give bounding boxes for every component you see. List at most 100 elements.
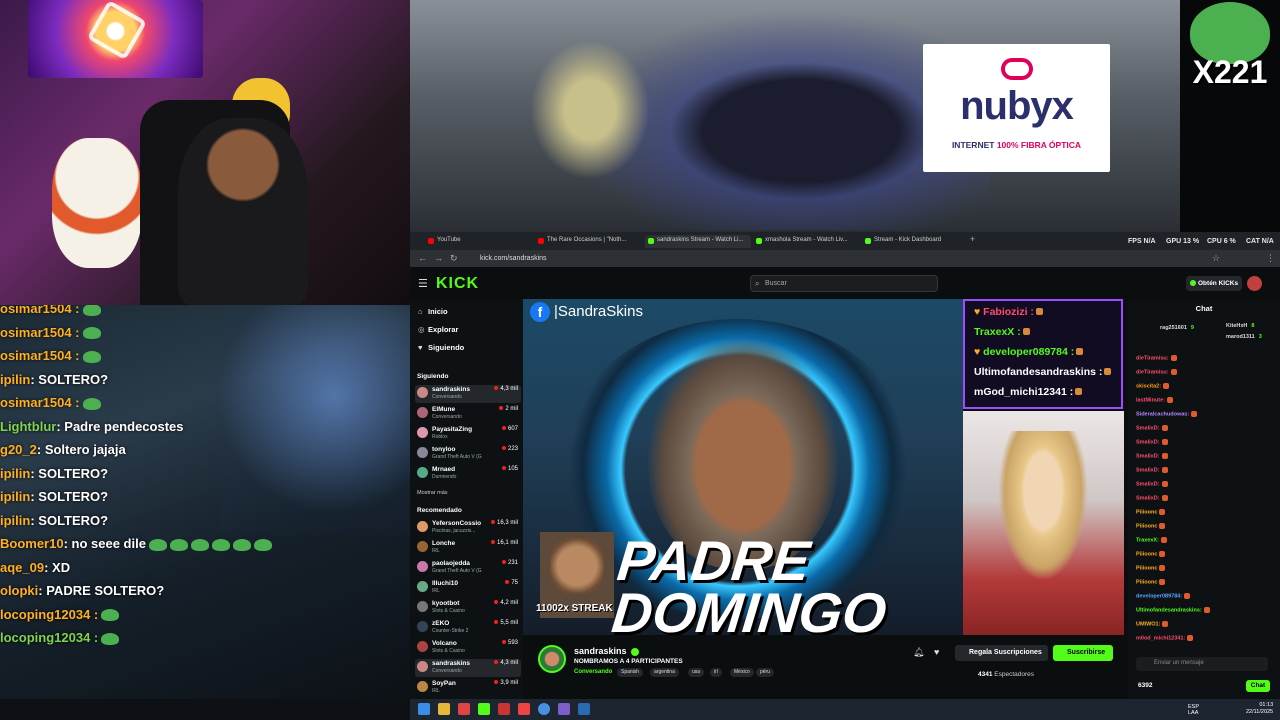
sidebar-channel[interactable]: tonyloo Grand Theft Auto V (G... 223 <box>415 445 521 463</box>
nav-siguiendo[interactable]: ♥ Siguiendo <box>418 343 464 352</box>
chat-username[interactable]: UMIWO1: <box>1136 621 1160 627</box>
chat-username[interactable]: Piiioonc <box>1136 551 1157 557</box>
sidebar-channel[interactable]: Volcano Slots & Casino 593 <box>415 639 521 657</box>
chat-username[interactable]: dieTiramisu: <box>1136 369 1169 375</box>
pinned-gifter[interactable]: marod1311 3 <box>1226 334 1262 340</box>
app-icon[interactable] <box>518 703 530 715</box>
chat-username[interactable]: SmalixD: <box>1136 467 1160 473</box>
app-icon[interactable] <box>578 703 590 715</box>
menu-icon[interactable]: ⋮ <box>1266 253 1275 264</box>
chat-username[interactable]: Piiioonc <box>1136 523 1157 529</box>
sidebar-channel[interactable]: zEKO Counter-Strike 2 5,5 mil <box>415 619 521 637</box>
user-avatar[interactable] <box>1247 276 1262 291</box>
chat-username[interactable]: Sideralcachudowas: <box>1136 411 1189 417</box>
gift-subs-button[interactable]: Regala Suscripciones <box>955 645 1048 661</box>
chat-username[interactable]: Piiioonc <box>1136 509 1157 515</box>
heart-icon[interactable]: ♥ <box>934 647 939 657</box>
forward-icon[interactable]: → <box>434 253 443 263</box>
app-icon[interactable] <box>458 703 470 715</box>
browser-tab[interactable]: Stream - Kick Dashboard <box>862 235 968 248</box>
chat-username[interactable]: aqe_09 <box>0 560 44 575</box>
subscribe-button[interactable]: Suscribirse <box>1053 645 1113 661</box>
chat-username[interactable]: Boomer10 <box>0 536 64 551</box>
sidebar-channel[interactable]: sandraskins Conversando 4,3 mil <box>415 659 521 677</box>
bell-icon[interactable]: 🔔︎ <box>913 647 924 658</box>
chat-username[interactable]: ipilin <box>0 466 30 481</box>
chat-username[interactable]: SmalixD: <box>1136 425 1160 431</box>
stream-category[interactable]: Conversando <box>574 669 612 675</box>
browser-tab[interactable]: The Rare Occasions | "Noth... <box>535 235 643 248</box>
chat-username[interactable]: olopki <box>0 583 38 598</box>
chat-username[interactable]: osimar1504 : <box>0 348 80 363</box>
star-icon[interactable]: ☆ <box>1212 253 1220 264</box>
kick-logo[interactable]: KICK <box>436 275 479 293</box>
chat-username[interactable]: developer089784: <box>1136 593 1182 599</box>
browser-tab[interactable]: YouTube <box>425 235 533 248</box>
stream-tag[interactable]: Spanish <box>617 668 644 677</box>
chat-username[interactable]: m0od_michi12341: <box>1136 635 1185 641</box>
stream-tag[interactable]: péru <box>756 668 775 677</box>
chat-username[interactable]: g20_2 <box>0 442 37 457</box>
chat-input[interactable]: Enviar un mensaje <box>1136 657 1268 671</box>
chat-username[interactable]: SmalixD: <box>1136 453 1160 459</box>
sidebar-channel[interactable]: paolaojedda Grand Theft Auto V (G... 231 <box>415 559 521 577</box>
chat-username[interactable]: Lightblur <box>0 419 56 434</box>
stream-tag[interactable]: México <box>730 668 754 677</box>
chat-username[interactable]: Ultimofandesandraskins: <box>1136 607 1202 613</box>
chat-send-button[interactable]: Chat <box>1246 680 1270 692</box>
file-explorer-icon[interactable] <box>438 703 450 715</box>
chat-username[interactable]: locoping12034 : <box>0 630 98 645</box>
chat-username[interactable]: locoping12034 : <box>0 607 98 622</box>
hamburger-icon[interactable]: ☰ <box>418 277 428 290</box>
get-kicks-button[interactable]: Obtén KICKs <box>1186 276 1242 291</box>
chat-username[interactable]: lastMinute: <box>1136 397 1165 403</box>
app-icon[interactable] <box>498 703 510 715</box>
nav-explorar[interactable]: ◎ Explorar <box>418 325 458 334</box>
sidebar-channel[interactable]: SoyPan IRL 3,9 mil <box>415 679 521 697</box>
back-icon[interactable]: ← <box>418 253 427 263</box>
browser-tab[interactable]: sandraskins Stream - Watch Li... <box>645 235 751 248</box>
stream-tag[interactable]: argentina <box>650 668 679 677</box>
search-input[interactable]: ⌕ Buscar <box>750 275 938 292</box>
chat-username[interactable]: skiscita2: <box>1136 383 1161 389</box>
channel-name[interactable]: sandraskins <box>574 646 639 656</box>
pinned-gifter[interactable]: KiteHxH 8 <box>1226 323 1254 329</box>
channel-avatar[interactable] <box>538 645 566 673</box>
chat-username[interactable]: dieTiramisu: <box>1136 355 1169 361</box>
chat-username[interactable]: osimar1504 : <box>0 325 80 340</box>
language-indicator[interactable]: ESP LAA <box>1188 704 1199 716</box>
sidebar-channel[interactable]: Lonche IRL 16,1 mil <box>415 539 521 557</box>
nav-inicio[interactable]: ⌂ Inicio <box>418 307 448 316</box>
sidebar-channel[interactable]: ElMune Conversando 2 mil <box>415 405 521 423</box>
pinned-gifter[interactable]: rag251601 9 <box>1160 325 1194 331</box>
sidebar-channel[interactable]: YefersonCossio Piscinas, jacuzzis... 16,3 … <box>415 519 521 537</box>
sidebar-channel[interactable]: PayasitaZing Roblox 607 <box>415 425 521 443</box>
stream-tag[interactable]: usa <box>688 668 705 677</box>
chat-username[interactable]: SmalixD: <box>1136 481 1160 487</box>
kick-app-icon[interactable] <box>478 703 490 715</box>
chat-username[interactable]: ipilin <box>0 489 30 504</box>
chat-username[interactable]: osimar1504 : <box>0 305 80 316</box>
chat-username[interactable]: ipilin <box>0 372 30 387</box>
reload-icon[interactable]: ↻ <box>450 253 458 264</box>
chat-username[interactable]: SmalixD: <box>1136 439 1160 445</box>
sidebar-channel[interactable]: kyootbot Slots & Casino 4,2 mil <box>415 599 521 617</box>
sidebar-channel[interactable]: sandraskins Conversando 4,3 mil <box>415 385 521 403</box>
show-more-link[interactable]: Mostrar más <box>417 490 448 496</box>
sidebar-channel[interactable]: Illuchi10 IRL 75 <box>415 579 521 597</box>
start-icon[interactable] <box>418 703 430 715</box>
chat-username[interactable]: Piiioonc <box>1136 565 1157 571</box>
chat-username[interactable]: TraxexX: <box>1136 537 1159 543</box>
chat-username[interactable]: SmalixD: <box>1136 495 1160 501</box>
chat-username[interactable]: Piiioonc <box>1136 579 1157 585</box>
url-field[interactable]: kick.com/sandraskins <box>480 255 547 262</box>
app-icon[interactable] <box>558 703 570 715</box>
new-tab-button[interactable]: + <box>970 234 975 244</box>
system-clock[interactable]: 01:13 22/11/2025 <box>1246 702 1273 716</box>
sidebar-channel[interactable]: Mrnaed Durmiendo 105 <box>415 465 521 483</box>
chrome-icon[interactable] <box>538 703 550 715</box>
kicks-balance[interactable]: 6392 <box>1138 682 1152 689</box>
browser-tab[interactable]: xmashola Stream - Watch Liv... <box>753 235 859 248</box>
stream-tag[interactable]: irl <box>710 668 722 677</box>
chat-username[interactable]: ipilin <box>0 513 30 528</box>
